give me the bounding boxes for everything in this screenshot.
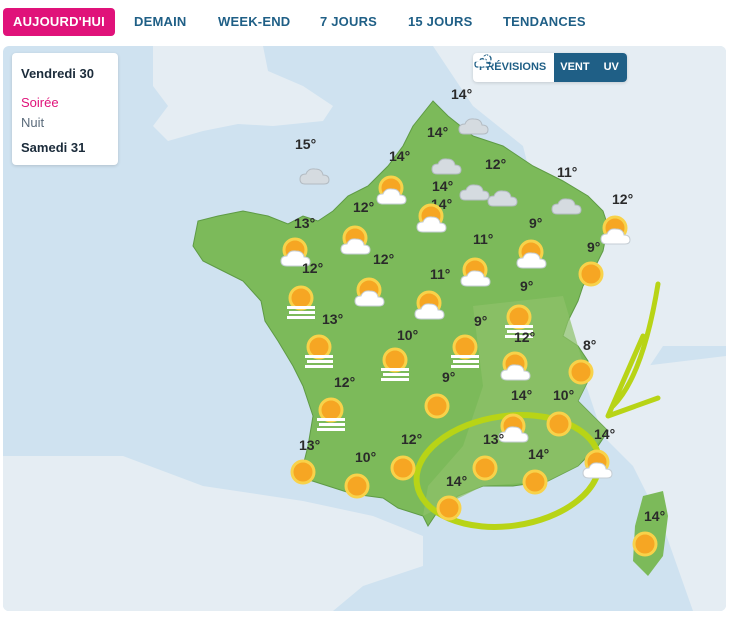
station-temperature: 13°	[294, 215, 316, 231]
station-temperature: 11°	[430, 266, 451, 282]
layer-wind-button[interactable]: VENT	[474, 53, 598, 82]
station-temperature: 14°	[451, 86, 473, 102]
period-night[interactable]: Nuit	[21, 115, 44, 130]
uv-icon	[475, 53, 489, 69]
station-temperature: 14°	[511, 387, 533, 403]
tab-trends[interactable]: TENDANCES	[503, 8, 586, 36]
station-temperature: 10°	[397, 327, 419, 343]
station-temperature: 14°	[446, 473, 468, 489]
day-selector: Vendredi 30 Soirée Nuit Samedi 31	[12, 53, 118, 165]
station-temperature: 14°	[644, 508, 666, 524]
station-temperature: 11°	[557, 164, 578, 180]
day-friday[interactable]: Vendredi 30	[21, 66, 94, 81]
station-temperature: 14°	[427, 124, 449, 140]
station-temperature: 9°	[529, 215, 543, 231]
station-temperature: 9°	[520, 278, 534, 294]
station-temperature: 12°	[334, 374, 356, 390]
period-tabs: AUJOURD'HUI DEMAIN WEEK-END 7 JOURS 15 J…	[0, 0, 737, 44]
tab-tomorrow[interactable]: DEMAIN	[134, 8, 186, 36]
layer-uv-label: UV	[603, 61, 619, 73]
uk-landmass	[153, 46, 333, 141]
station-temperature: 8°	[583, 337, 597, 353]
layer-wind-label: VENT	[560, 61, 590, 73]
station-temperature: 9°	[474, 313, 488, 329]
station-temperature: 12°	[612, 191, 634, 207]
station-temperature: 12°	[373, 251, 395, 267]
station-temperature: 12°	[302, 260, 324, 276]
station-temperature: 14°	[389, 148, 411, 164]
station-temperature: 12°	[353, 199, 375, 215]
station-temperature: 15°	[295, 136, 317, 152]
station-temperature: 10°	[355, 449, 377, 465]
station-temperature: 14°	[594, 426, 616, 442]
tab-today[interactable]: AUJOURD'HUI	[3, 8, 115, 36]
station-temperature: 10°	[553, 387, 575, 403]
station-temperature: 9°	[442, 369, 456, 385]
tab-15-days[interactable]: 15 JOURS	[408, 8, 472, 36]
station-temperature: 14°	[528, 446, 550, 462]
station-temperature: 14°	[432, 178, 454, 194]
station-temperature: 12°	[485, 156, 507, 172]
station-temperature: 13°	[322, 311, 344, 327]
tab-7-days[interactable]: 7 JOURS	[320, 8, 377, 36]
station-temperature: 9°	[587, 239, 601, 255]
tab-weekend[interactable]: WEEK-END	[218, 8, 290, 36]
layer-switcher: PRÉVISIONS VENT UV	[473, 53, 627, 82]
weather-map[interactable]: Vendredi 30 Soirée Nuit Samedi 31 PRÉVIS…	[3, 46, 726, 611]
day-saturday[interactable]: Samedi 31	[21, 140, 85, 155]
period-evening[interactable]: Soirée	[21, 95, 59, 110]
station-temperature: 12°	[401, 431, 423, 447]
station-temperature: 11°	[473, 231, 494, 247]
station-temperature: 13°	[483, 431, 505, 447]
layer-uv-button[interactable]: UV	[475, 53, 627, 82]
station-temperature: 12°	[514, 329, 536, 345]
station-temperature: 13°	[299, 437, 321, 453]
